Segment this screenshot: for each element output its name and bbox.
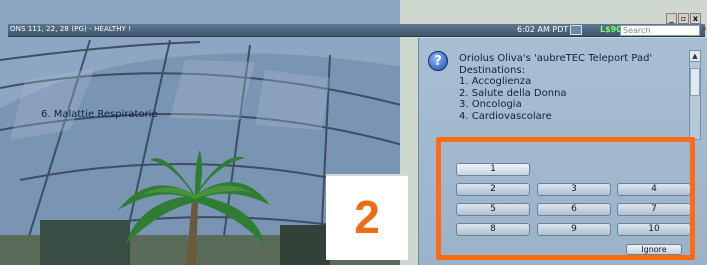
destination-item: 3. Oncologia [459, 99, 522, 110]
destination-item: 4. Cardiovascolare [459, 110, 552, 122]
scroll-thumb[interactable] [690, 68, 700, 96]
parcel-info[interactable]: ONS 111, 22, 28 (PG) - HEALTHY ! [10, 25, 131, 33]
close-button[interactable]: x [690, 13, 701, 24]
dialog-title: Oriolus Oliva's 'aubreTEC Teleport Pad' [459, 53, 653, 64]
dialog-subtitle: Destinations: [459, 64, 525, 76]
scroll-up-icon[interactable]: ▲ [689, 50, 701, 62]
destination-item: 2. Salute della Donna [459, 87, 567, 99]
step-label: 2 [326, 174, 408, 260]
question-icon: ? [428, 51, 448, 71]
clock: 6:02 AM PDT [517, 25, 569, 34]
minimize-button[interactable]: _ [666, 13, 677, 24]
status-bar: ONS 111, 22, 28 (PG) - HEALTHY ! 6:02 AM… [8, 24, 707, 37]
step-number: 2 [354, 191, 380, 243]
destination-item-6: 6. Malattie Respiratorie [41, 109, 158, 120]
media-icon[interactable] [570, 25, 582, 35]
restore-button[interactable]: ▫ [678, 13, 689, 24]
dialog-message: Oriolus Oliva's 'aubreTEC Teleport Pad' … [459, 53, 689, 122]
highlight-box [436, 137, 695, 260]
destination-item: 1. Accoglienza [459, 76, 532, 87]
search-input[interactable]: Search [620, 25, 700, 36]
search-icon[interactable]: ⌕ [702, 24, 707, 34]
